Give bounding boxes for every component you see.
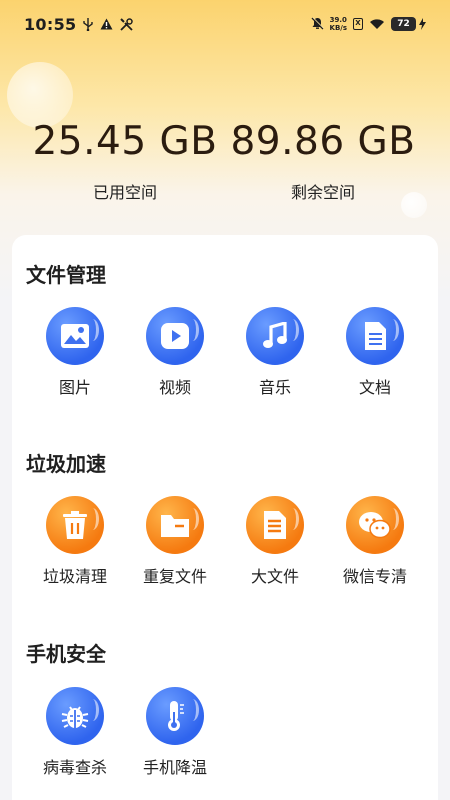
- used-space-value: 25.45 GB: [32, 119, 218, 164]
- free-space: 89.86 GB 剩余空间: [223, 117, 423, 203]
- free-space-label: 剩余空间: [290, 183, 355, 202]
- mute-icon: [311, 15, 324, 34]
- tools-card: 文件管理 图片 视频 音乐 文档 垃圾加速 垃圾清理 重复文件 大文件 微信专清…: [12, 235, 438, 800]
- grid-item-label: 视频: [158, 378, 191, 397]
- grid-item-label: 病毒查杀: [42, 758, 107, 777]
- grid-item-label: 大文件: [250, 567, 299, 586]
- used-space: 25.45 GB 已用空间: [25, 117, 225, 203]
- grid-item-images[interactable]: 图片: [25, 307, 125, 398]
- usb-icon: [83, 17, 94, 31]
- section-title-phone-security: 手机安全: [26, 642, 106, 666]
- network-speed: 39.0 KB/s: [330, 16, 347, 32]
- grid-item-large-files[interactable]: 大文件: [225, 496, 325, 587]
- grid-item-music[interactable]: 音乐: [225, 307, 325, 398]
- tools-icon: [120, 17, 134, 31]
- status-bar: 10:55 39.0 KB/s X 72: [0, 0, 450, 48]
- section-title-file-management: 文件管理: [26, 263, 106, 287]
- grid-item-label: 文档: [358, 378, 391, 397]
- trash-icon: [46, 496, 104, 554]
- junk-speedup-grid: 垃圾清理 重复文件 大文件 微信专清: [12, 496, 438, 586]
- phone-security-grid: 病毒查杀 手机降温: [12, 687, 438, 777]
- grid-item-virus-scan[interactable]: 病毒查杀: [25, 687, 125, 778]
- used-space-label: 已用空间: [92, 183, 157, 202]
- music-icon: [246, 307, 304, 365]
- grid-item-videos[interactable]: 视频: [125, 307, 225, 398]
- network-speed-unit: KB/s: [329, 24, 347, 32]
- grid-item-phone-cooling[interactable]: 手机降温: [125, 687, 225, 778]
- warning-icon: [100, 18, 113, 30]
- network-speed-value: 39.0: [329, 16, 347, 24]
- grid-item-label: 重复文件: [142, 567, 207, 586]
- wechat-icon: [346, 496, 404, 554]
- grid-item-documents[interactable]: 文档: [325, 307, 425, 398]
- thermometer-icon: [146, 687, 204, 745]
- image-icon: [46, 307, 104, 365]
- large-file-icon: [246, 496, 304, 554]
- video-icon: [146, 307, 204, 365]
- grid-item-label: 图片: [58, 378, 91, 397]
- storage-summary: 25.45 GB 已用空间 89.86 GB 剩余空间: [0, 117, 450, 207]
- grid-item-label: 垃圾清理: [42, 567, 107, 586]
- grid-item-junk-clean[interactable]: 垃圾清理: [25, 496, 125, 587]
- grid-item-label: 微信专清: [342, 567, 407, 586]
- status-time: 10:55: [24, 14, 77, 34]
- charging-icon: [419, 15, 426, 34]
- grid-item-duplicate-files[interactable]: 重复文件: [125, 496, 225, 587]
- file-management-grid: 图片 视频 音乐 文档: [12, 307, 438, 397]
- grid-item-wechat-clean[interactable]: 微信专清: [325, 496, 425, 587]
- battery-indicator: 72: [391, 17, 416, 31]
- document-icon: [346, 307, 404, 365]
- virus-icon: [46, 687, 104, 745]
- grid-item-label: 手机降温: [142, 758, 207, 777]
- sim-icon: X: [353, 18, 363, 30]
- grid-item-label: 音乐: [258, 378, 291, 397]
- folder-icon: [146, 496, 204, 554]
- free-space-value: 89.86 GB: [230, 119, 416, 164]
- wifi-icon: [369, 15, 385, 34]
- section-title-junk-speedup: 垃圾加速: [26, 452, 106, 476]
